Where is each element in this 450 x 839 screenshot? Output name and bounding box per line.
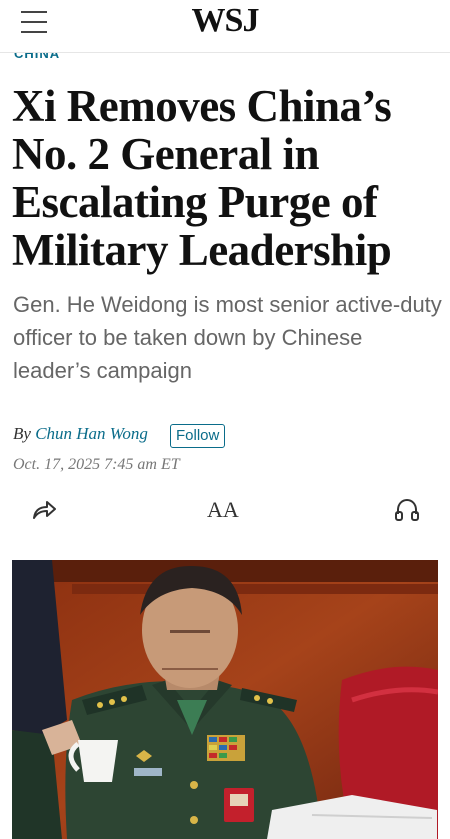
text-size-icon: AA xyxy=(207,497,239,522)
headphones-icon xyxy=(395,498,419,521)
byline: By Chun Han Wong xyxy=(13,424,148,444)
general-photo-illustration xyxy=(12,560,438,839)
article-photo[interactable] xyxy=(12,560,438,839)
byline-prefix: By xyxy=(13,424,31,443)
follow-button[interactable]: Follow xyxy=(170,424,226,448)
listen-button[interactable] xyxy=(393,496,421,524)
text-size-button[interactable]: AA xyxy=(207,497,241,525)
share-arrow-icon xyxy=(33,501,56,519)
wsj-logo[interactable]: WSJ xyxy=(0,2,450,40)
article-dek: Gen. He Weidong is most senior active-du… xyxy=(13,292,442,383)
author-link[interactable]: Chun Han Wong xyxy=(35,424,148,443)
top-bar: WSJ xyxy=(0,0,450,53)
article-headline: Xi Removes China’s No. 2 General in Esca… xyxy=(12,81,392,275)
publish-date: Oct. 17, 2025 7:45 am ET xyxy=(13,456,180,473)
share-button[interactable] xyxy=(30,496,58,524)
